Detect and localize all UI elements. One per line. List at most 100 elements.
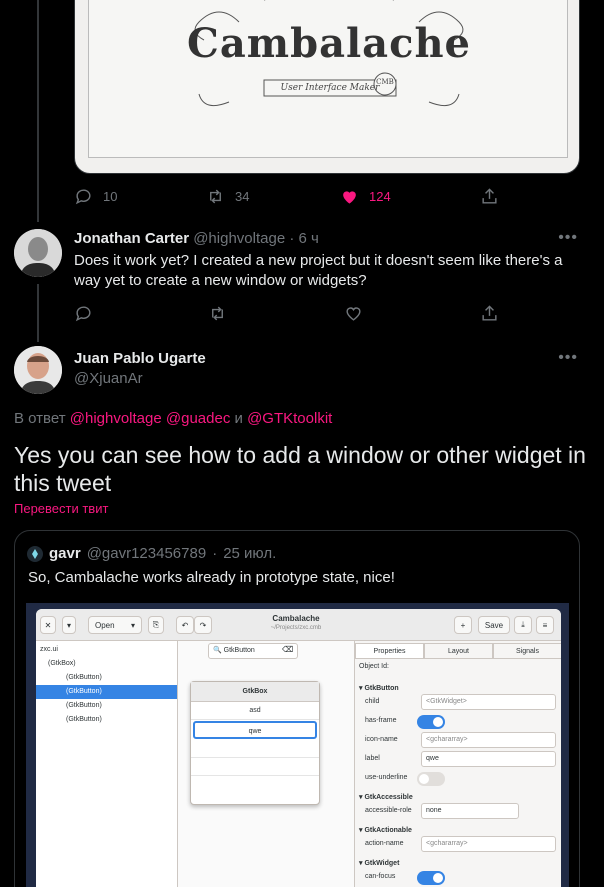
quoted-tweet[interactable]: gavr @gavr123456789 · 25 июл. So, Cambal…	[14, 530, 580, 887]
more-options-icon[interactable]: •••	[558, 349, 578, 367]
author-handle[interactable]: @highvoltage	[193, 230, 285, 247]
share-button[interactable]	[480, 187, 499, 206]
reply-button[interactable]: 10	[74, 187, 117, 206]
import-icon[interactable]: ⎘	[148, 616, 164, 634]
mention-link[interactable]: @guadec	[166, 410, 230, 427]
tree-item[interactable]: (GtkButton)	[36, 713, 177, 727]
author-name[interactable]: Juan Pablo Ugarte	[74, 350, 206, 367]
property-entry[interactable]: qwe	[421, 751, 556, 767]
window-subtitle: ~/Projects/zxc.cmb	[270, 625, 322, 631]
property-row: use-underline	[355, 769, 561, 787]
cambalache-logo-image: Cambalache User Interface Maker CMB	[88, 0, 568, 158]
preview-placeholder[interactable]	[191, 758, 319, 776]
export-icon[interactable]: ⤓	[514, 616, 532, 634]
mention-link[interactable]: @GTKtoolkit	[247, 410, 332, 427]
reply-icon	[75, 305, 91, 321]
window-title: Cambalache	[272, 614, 320, 623]
quote-date: 25 июл.	[223, 545, 277, 562]
author-handle[interactable]: @XjuanAr	[74, 370, 143, 387]
tab-properties[interactable]: Properties	[355, 643, 424, 659]
preview-placeholder[interactable]	[191, 740, 319, 758]
cambalache-window: ✕ ▾ Open ▾ ⎘ ↶ ↷ Cambalache ~/Projects/zx…	[36, 609, 561, 887]
property-entry[interactable]: <gchararray>	[421, 836, 556, 852]
avatar[interactable]	[14, 229, 62, 277]
tweet-text: Does it work yet? I created a new projec…	[74, 252, 563, 289]
search-icon: 🔍	[213, 647, 222, 654]
author-name[interactable]: Jonathan Carter	[74, 230, 189, 247]
section-title: ▾ GtkActionable	[359, 827, 412, 834]
separator: ·	[289, 230, 295, 247]
mention-link[interactable]: @highvoltage	[70, 410, 162, 427]
object-id-label: Object Id:	[359, 663, 389, 670]
avatar[interactable]	[14, 346, 62, 394]
hamburger-icon[interactable]: ≡	[536, 616, 554, 634]
timestamp[interactable]: 6 ч	[299, 230, 319, 247]
tree-item[interactable]: (GtkBox)	[36, 657, 177, 671]
open-button[interactable]: Open ▾	[88, 616, 142, 634]
reply-context: В ответ @highvoltage @guadec и @GTKtoolk…	[14, 410, 332, 427]
heart-icon	[346, 306, 361, 321]
property-label: action-name	[365, 840, 404, 847]
quote-header: gavr @gavr123456789 · 25 июл.	[27, 545, 276, 562]
property-label: accessible-role	[365, 807, 412, 814]
menu-icon[interactable]: ▾	[62, 616, 76, 634]
separator: ·	[212, 545, 218, 562]
share-button[interactable]	[480, 304, 499, 323]
reply-button[interactable]	[74, 304, 93, 323]
translate-link[interactable]: Перевести твит	[14, 501, 108, 516]
close-icon[interactable]: ✕	[40, 616, 56, 634]
reply-prefix: В ответ	[14, 410, 66, 427]
workspace: 🔍 GtkButton ⌫ GtkBox asd qwe	[178, 641, 354, 887]
thread-line	[37, 0, 39, 222]
property-row: action-name <gchararray>	[355, 835, 561, 853]
panel-tabs: Properties Layout Signals	[355, 643, 561, 659]
quote-text: So, Cambalache works already in prototyp…	[28, 569, 395, 586]
share-icon	[482, 304, 497, 321]
property-row: label qwe	[355, 750, 561, 768]
section-title: ▾ GtkWidget	[359, 860, 400, 867]
property-entry[interactable]: <gchararray>	[421, 732, 556, 748]
property-label: use-underline	[365, 774, 408, 781]
tweet-actions	[74, 302, 514, 324]
property-label: child	[365, 698, 380, 705]
tweet-actions: 10 34 124	[74, 185, 514, 207]
undo-icon[interactable]: ↶	[176, 616, 194, 634]
share-icon	[482, 187, 497, 204]
add-icon[interactable]: +	[454, 616, 472, 634]
preview-button[interactable]: asd	[191, 702, 319, 720]
redo-icon[interactable]: ↷	[194, 616, 212, 634]
tab-signals[interactable]: Signals	[493, 643, 561, 659]
search-value: GtkButton	[223, 647, 255, 654]
preview-button-selected[interactable]: qwe	[193, 721, 317, 739]
like-button[interactable]: 124	[340, 187, 391, 206]
logo-badge: CMB	[376, 78, 394, 86]
property-entry[interactable]: <GtkWidget>	[421, 694, 556, 710]
quote-media[interactable]: ✕ ▾ Open ▾ ⎘ ↶ ↷ Cambalache ~/Projects/zx…	[26, 603, 569, 887]
retweet-button[interactable]: 34	[206, 187, 249, 206]
retweet-icon	[212, 306, 223, 320]
property-panel: Properties Layout Signals Object Id: ▾ G…	[354, 641, 561, 887]
section-title: ▾ GtkAccessible	[359, 794, 413, 801]
retweet-button[interactable]	[208, 304, 227, 323]
clear-icon[interactable]: ⌫	[282, 645, 293, 654]
save-button[interactable]: Save	[478, 616, 510, 634]
property-combo[interactable]: none	[421, 803, 519, 819]
property-switch[interactable]	[417, 871, 445, 885]
gtkbox-preview: GtkBox asd qwe	[190, 681, 320, 805]
property-label: can-focus	[365, 873, 396, 880]
like-button[interactable]	[344, 304, 363, 323]
section-title: ▾ GtkButton	[359, 685, 399, 692]
tree-item[interactable]: (GtkButton)	[36, 671, 177, 685]
conjunction: и	[234, 410, 243, 427]
property-switch[interactable]	[417, 715, 445, 729]
reply-count: 10	[103, 188, 118, 204]
tab-layout[interactable]: Layout	[424, 643, 493, 659]
tree-item-selected[interactable]: (GtkButton)	[36, 685, 177, 699]
media-card[interactable]: Cambalache User Interface Maker CMB	[74, 0, 580, 174]
tree-item[interactable]: (GtkButton)	[36, 699, 177, 713]
property-switch[interactable]	[417, 772, 445, 786]
tree-item[interactable]: zxc.ui	[36, 643, 177, 657]
quote-handle: @gavr123456789	[86, 545, 207, 562]
more-options-icon[interactable]: •••	[558, 229, 578, 247]
property-label: icon-name	[365, 736, 398, 743]
